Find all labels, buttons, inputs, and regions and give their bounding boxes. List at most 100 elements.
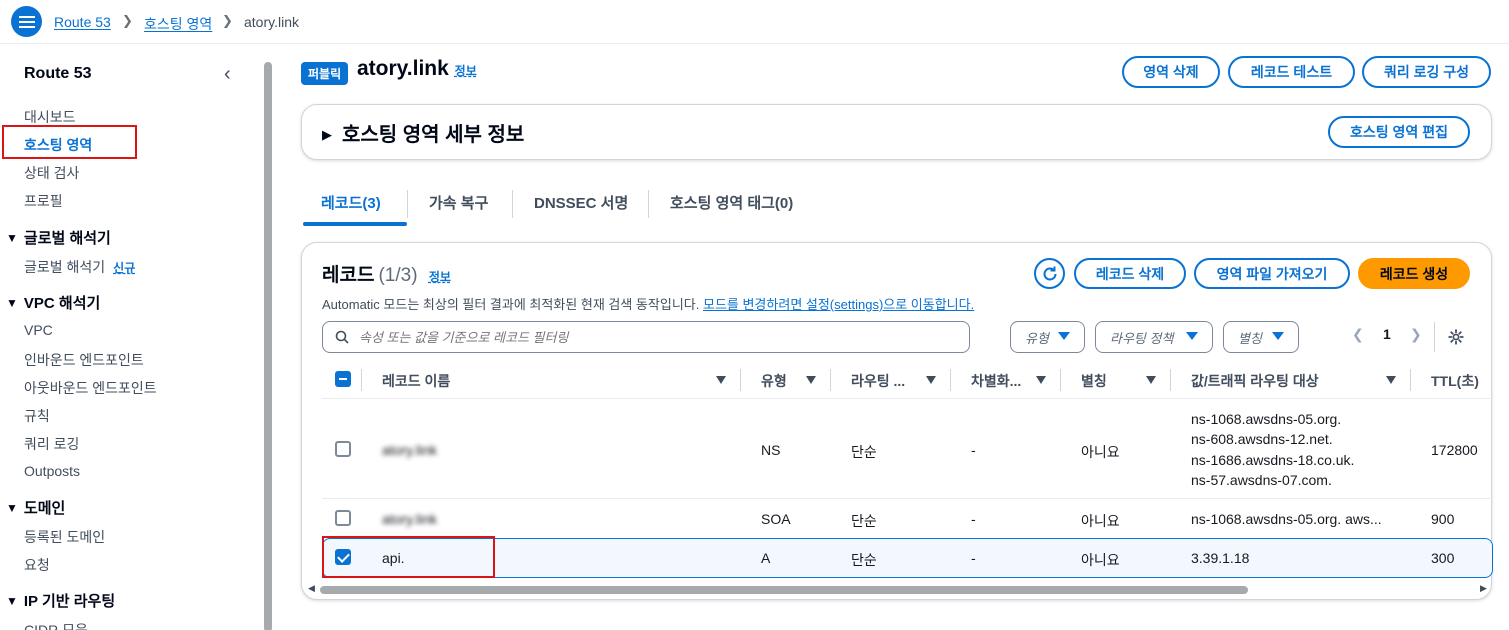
record-ttl-cell: 172800 <box>1431 442 1478 458</box>
top-navigation-bar: Route 53 ❯ 호스팅 영역 ❯ atory.link <box>0 0 1509 44</box>
tab-zone-tags[interactable]: 호스팅 영역 태그(0) <box>670 188 793 228</box>
info-link[interactable]: 정보 <box>455 64 477 78</box>
column-divider <box>361 369 362 391</box>
active-tab-indicator <box>303 222 407 226</box>
type-filter-select[interactable]: 유형 <box>1010 321 1085 353</box>
scroll-right-icon[interactable]: ▶ <box>1480 583 1487 594</box>
sidebar-group-label: VPC 해석기 <box>23 295 101 312</box>
records-search[interactable] <box>322 321 970 353</box>
sidebar-item-inbound-endpoints[interactable]: 인바운드 엔드포인트 <box>24 350 144 370</box>
column-header-routing[interactable]: 라우팅 ... <box>851 371 905 391</box>
collapse-sidebar-icon[interactable]: ‹ <box>224 63 231 86</box>
sidebar-item-requests[interactable]: 요청 <box>24 555 50 575</box>
caret-right-icon: ▶ <box>322 127 332 142</box>
sidebar-title[interactable]: Route 53 <box>24 65 92 83</box>
refresh-icon <box>1043 266 1056 280</box>
record-name-cell[interactable]: atory.link <box>382 442 437 458</box>
records-title: 레코드 (1/3) 정보 <box>322 260 451 287</box>
column-header-value[interactable]: 값/트래픽 라우팅 대상 <box>1191 371 1319 391</box>
row-checkbox[interactable] <box>335 510 351 526</box>
sidebar-item-profiles[interactable]: 프로필 <box>24 191 63 211</box>
hamburger-menu-icon[interactable] <box>11 6 42 37</box>
column-divider <box>950 369 951 391</box>
sort-icon[interactable] <box>716 376 726 384</box>
column-divider <box>740 369 741 391</box>
next-page-icon[interactable]: ❯ <box>1410 326 1422 343</box>
row-checkbox[interactable] <box>335 441 351 457</box>
type-filter-label: 유형 <box>1025 330 1049 346</box>
search-input[interactable] <box>359 322 959 352</box>
tab-divider <box>648 190 649 218</box>
test-record-button[interactable]: 레코드 테스트 <box>1228 56 1355 88</box>
info-link[interactable]: 정보 <box>429 270 451 284</box>
record-value-line: 3.39.1.18 <box>1191 550 1250 566</box>
breadcrumb-route53[interactable]: Route 53 <box>54 14 111 30</box>
caret-down-icon: ▼ <box>6 231 18 245</box>
sidebar-scrollbar[interactable] <box>264 62 272 630</box>
search-icon <box>335 330 349 344</box>
tab-dnssec-signing[interactable]: DNSSEC 서명 <box>534 188 628 228</box>
column-header-record-name[interactable]: 레코드 이름 <box>382 371 450 391</box>
record-routing-cell: 단순 <box>851 444 877 460</box>
records-description: Automatic 모드는 최상의 필터 결과에 최적화된 현재 검색 동작입니… <box>322 294 974 313</box>
tab-accelerated-recovery[interactable]: 가속 복구 <box>429 188 488 228</box>
create-record-button[interactable]: 레코드 생성 <box>1358 258 1470 289</box>
record-name-cell[interactable]: atory.link <box>382 511 437 527</box>
previous-page-icon[interactable]: ❮ <box>1352 326 1364 343</box>
sidebar-group-global-resolver[interactable]: ▼ 글로벌 해석기 <box>6 227 111 248</box>
current-page[interactable]: 1 <box>1383 326 1391 342</box>
settings-gear-icon[interactable] <box>1448 329 1464 345</box>
sort-icon[interactable] <box>806 376 816 384</box>
table-horizontal-scrollbar[interactable] <box>320 586 1248 594</box>
record-diff-cell: - <box>971 442 976 458</box>
delete-record-button[interactable]: 레코드 삭제 <box>1074 258 1186 289</box>
record-value-line: ns-1068.awsdns-05.org. aws... <box>1191 511 1382 527</box>
column-header-differentiator[interactable]: 차별화... <box>971 371 1021 391</box>
breadcrumb-hosted-zones[interactable]: 호스팅 영역 <box>144 14 212 34</box>
delete-zone-button[interactable]: 영역 삭제 <box>1122 56 1220 88</box>
sort-icon[interactable] <box>1036 376 1046 384</box>
sort-icon[interactable] <box>1386 376 1396 384</box>
refresh-button[interactable] <box>1034 258 1065 289</box>
sidebar-group-label: 도메인 <box>23 500 66 517</box>
configure-query-logging-button[interactable]: 쿼리 로깅 구성 <box>1362 56 1491 88</box>
sidebar-group-ip-routing[interactable]: ▼ IP 기반 라우팅 <box>6 590 115 611</box>
sort-icon[interactable] <box>1146 376 1156 384</box>
sidebar-item-rules[interactable]: 규칙 <box>24 406 50 426</box>
chevron-right-icon: ❯ <box>122 13 133 28</box>
select-all-checkbox[interactable] <box>335 371 351 387</box>
sidebar-item-dashboard[interactable]: 대시보드 <box>24 107 76 127</box>
column-header-ttl[interactable]: TTL(초) <box>1431 371 1479 391</box>
record-name-cell[interactable]: api. <box>382 550 405 566</box>
column-header-type[interactable]: 유형 <box>761 371 787 391</box>
record-value-line: ns-1686.awsdns-18.co.uk. <box>1191 452 1355 468</box>
column-divider <box>830 369 831 391</box>
sidebar-item-outbound-endpoints[interactable]: 아웃바운드 엔드포인트 <box>24 378 157 398</box>
sort-icon[interactable] <box>926 376 936 384</box>
record-value-line: ns-1068.awsdns-05.org. <box>1191 411 1342 427</box>
sidebar-item-registered-domains[interactable]: 등록된 도메인 <box>24 527 105 547</box>
row-checkbox[interactable] <box>335 549 351 565</box>
selected-table-row[interactable] <box>322 538 1493 578</box>
sidebar-group-domains[interactable]: ▼ 도메인 <box>6 497 65 518</box>
caret-down-icon: ▼ <box>6 296 18 310</box>
sidebar-item-cidr-collections[interactable]: CIDR 모음 <box>24 620 88 630</box>
scroll-left-icon[interactable]: ◀ <box>308 583 315 594</box>
import-zone-file-button[interactable]: 영역 파일 가져오기 <box>1194 258 1350 289</box>
sidebar-item-query-logging[interactable]: 쿼리 로깅 <box>24 434 79 454</box>
column-header-alias[interactable]: 별칭 <box>1081 371 1107 391</box>
zone-details-toggle[interactable]: ▶ 호스팅 영역 세부 정보 <box>322 118 524 147</box>
sidebar-item-global-resolver[interactable]: 글로벌 해석기 신규 <box>24 257 135 277</box>
edit-zone-button[interactable]: 호스팅 영역 편집 <box>1328 116 1470 148</box>
sidebar-item-health-checks[interactable]: 상태 검사 <box>24 163 79 183</box>
sidebar-item-vpc[interactable]: VPC <box>24 322 53 338</box>
sidebar-item-hosted-zones[interactable]: 호스팅 영역 <box>24 135 92 155</box>
sidebar-item-outposts[interactable]: Outposts <box>24 463 80 479</box>
sidebar-item-label: 글로벌 해석기 <box>24 259 106 275</box>
settings-link[interactable]: 모드를 변경하려면 설정(settings)으로 이동합니다. <box>703 297 974 312</box>
chevron-right-icon: ❯ <box>222 13 233 28</box>
alias-filter-select[interactable]: 별칭 <box>1223 321 1299 353</box>
sidebar-group-vpc-resolver[interactable]: ▼ VPC 해석기 <box>6 292 100 313</box>
routing-policy-filter-select[interactable]: 라우팅 정책 <box>1095 321 1213 353</box>
row-divider <box>322 498 1493 499</box>
